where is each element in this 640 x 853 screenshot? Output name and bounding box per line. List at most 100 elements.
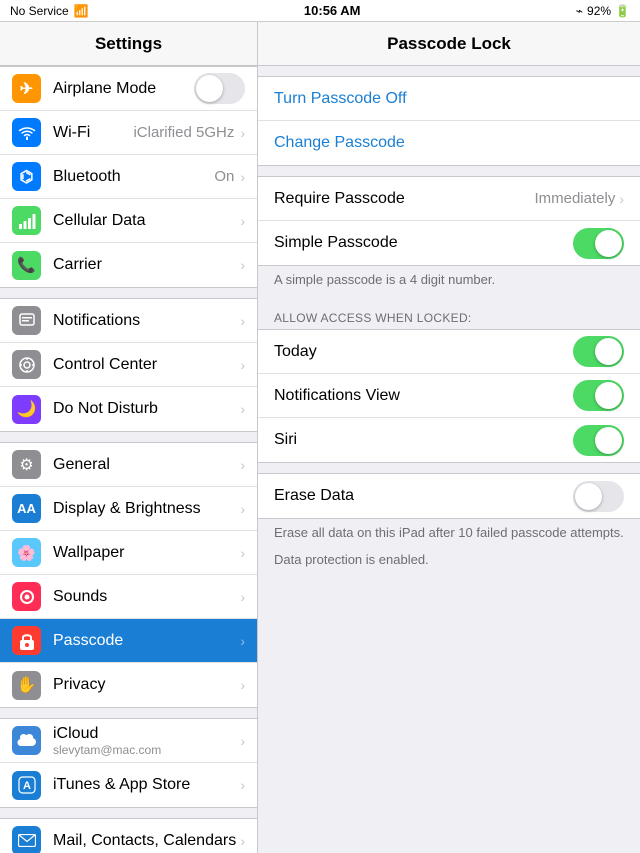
mail-icon-box (12, 826, 41, 853)
svg-text:A: A (23, 780, 31, 792)
wallpaper-label: Wallpaper (53, 544, 240, 562)
sidebar-item-displaybrightness[interactable]: AA Display & Brightness › (0, 487, 257, 531)
wallpaper-icon-box: 🌸 (12, 538, 41, 567)
sidebar-item-cellular[interactable]: Cellular Data › (0, 199, 257, 243)
passcode-svg (19, 632, 35, 650)
notifications-chevron: › (240, 313, 245, 329)
carrier-label: Carrier (53, 256, 240, 274)
wallpaper-icon-char: 🌸 (17, 544, 36, 562)
controlcenter-svg (18, 356, 36, 374)
appstore-svg: A (18, 776, 36, 794)
bluetooth-icon: ⌁ (576, 4, 583, 18)
notifications-svg (18, 312, 36, 330)
sidebar-item-sounds[interactable]: Sounds › (0, 575, 257, 619)
simple-passcode-label: Simple Passcode (274, 234, 573, 252)
donotdisturb-label: Do Not Disturb (53, 400, 240, 418)
passcode-icon-box (12, 626, 41, 655)
left-panel: Settings ✈ Airplane Mode (0, 22, 258, 853)
simple-passcode-item[interactable]: Simple Passcode (258, 221, 640, 265)
today-label: Today (274, 343, 573, 361)
settings-group-mail: Mail, Contacts, Calendars › Notes › (0, 818, 257, 853)
settings-group-notifications: Notifications › Control Center › (0, 298, 257, 432)
general-chevron: › (240, 457, 245, 473)
siri-toggle[interactable] (573, 425, 624, 456)
settings-group-icloud: iCloud slevytam@mac.com › A iTunes & App… (0, 718, 257, 808)
left-header: Settings (0, 22, 257, 66)
erase-data-note2: Data protection is enabled. (258, 546, 640, 573)
main-layout: Settings ✈ Airplane Mode (0, 22, 640, 853)
itunesappstore-icon-box: A (12, 771, 41, 800)
notifications-view-toggle[interactable] (573, 380, 624, 411)
cellular-svg (18, 212, 36, 230)
turn-passcode-off-label: Turn Passcode Off (274, 90, 624, 108)
controlcenter-chevron: › (240, 357, 245, 373)
displaybrightness-icon-char: AA (17, 501, 36, 516)
general-icon-box: ⚙ (12, 450, 41, 479)
general-label: General (53, 456, 240, 474)
displaybrightness-label: Display & Brightness (53, 500, 240, 518)
airplane-toggle[interactable] (194, 73, 245, 104)
battery-text: 92% (587, 4, 611, 18)
erase-data-note1: Erase all data on this iPad after 10 fai… (258, 519, 640, 546)
sidebar-item-privacy[interactable]: ✋ Privacy › (0, 663, 257, 707)
require-passcode-value: Immediately (534, 190, 615, 207)
today-toggle[interactable] (573, 336, 624, 367)
sidebar-item-itunesappstore[interactable]: A iTunes & App Store › (0, 763, 257, 807)
wifi-value: iClarified 5GHz (133, 124, 234, 141)
change-passcode-item[interactable]: Change Passcode (258, 121, 640, 165)
battery-icon: 🔋 (615, 4, 630, 18)
sidebar-item-wifi[interactable]: Wi-Fi iClarified 5GHz › (0, 111, 257, 155)
sidebar-item-carrier[interactable]: 📞 Carrier › (0, 243, 257, 287)
simple-passcode-toggle[interactable] (573, 228, 624, 259)
sidebar-item-passcode[interactable]: Passcode › (0, 619, 257, 663)
turn-passcode-off-item[interactable]: Turn Passcode Off (258, 77, 640, 121)
sidebar-item-notifications[interactable]: Notifications › (0, 299, 257, 343)
itunesappstore-chevron: › (240, 777, 245, 793)
status-time: 10:56 AM (304, 3, 361, 18)
privacy-icon-box: ✋ (12, 671, 41, 700)
notifications-view-item[interactable]: Notifications View (258, 374, 640, 418)
sounds-label: Sounds (53, 588, 240, 606)
sidebar-item-general[interactable]: ⚙ General › (0, 443, 257, 487)
passcode-lock-title: Passcode Lock (387, 34, 511, 54)
privacy-icon-char: ✋ (17, 675, 37, 695)
mailcontacts-chevron: › (240, 833, 245, 849)
change-passcode-label: Change Passcode (274, 134, 624, 152)
general-icon-char: ⚙ (19, 455, 33, 475)
sidebar-item-wallpaper[interactable]: 🌸 Wallpaper › (0, 531, 257, 575)
passcode-chevron: › (240, 633, 245, 649)
erase-data-toggle[interactable] (573, 481, 624, 512)
carrier-chevron: › (240, 257, 245, 273)
sidebar-item-airplane[interactable]: ✈ Airplane Mode (0, 67, 257, 111)
passcode-label: Passcode (53, 632, 240, 650)
wallpaper-chevron: › (240, 545, 245, 561)
siri-item[interactable]: Siri (258, 418, 640, 462)
status-bar: No Service 📶 10:56 AM ⌁ 92% 🔋 (0, 0, 640, 22)
controlcenter-label: Control Center (53, 356, 240, 374)
require-passcode-item[interactable]: Require Passcode Immediately › (258, 177, 640, 221)
right-panel: Passcode Lock Turn Passcode Off Change P… (258, 22, 640, 853)
erase-data-label: Erase Data (274, 487, 573, 505)
sidebar-item-mailcontacts[interactable]: Mail, Contacts, Calendars › (0, 819, 257, 853)
carrier-icon-char: 📞 (17, 256, 36, 274)
allow-access-group: Today Notifications View Siri (258, 329, 640, 463)
sidebar-item-controlcenter[interactable]: Control Center › (0, 343, 257, 387)
status-left: No Service 📶 (10, 4, 89, 18)
sounds-chevron: › (240, 589, 245, 605)
icloud-chevron: › (240, 733, 245, 749)
controlcenter-icon-box (12, 350, 41, 379)
today-item[interactable]: Today (258, 330, 640, 374)
sounds-svg (18, 588, 36, 606)
sidebar-item-donotdisturb[interactable]: 🌙 Do Not Disturb › (0, 387, 257, 431)
privacy-label: Privacy (53, 676, 240, 694)
privacy-chevron: › (240, 677, 245, 693)
passcode-settings-group: Require Passcode Immediately › Simple Pa… (258, 176, 640, 266)
sidebar-item-icloud[interactable]: iCloud slevytam@mac.com › (0, 719, 257, 763)
notifications-icon-box (12, 306, 41, 335)
itunesappstore-label: iTunes & App Store (53, 776, 240, 794)
erase-data-item[interactable]: Erase Data (258, 474, 640, 518)
donotdisturb-chevron: › (240, 401, 245, 417)
wifi-chevron: › (240, 125, 245, 141)
sidebar-item-bluetooth[interactable]: ⌬ Bluetooth On › (0, 155, 257, 199)
settings-group-general: ⚙ General › AA Display & Brightness › 🌸 … (0, 442, 257, 708)
